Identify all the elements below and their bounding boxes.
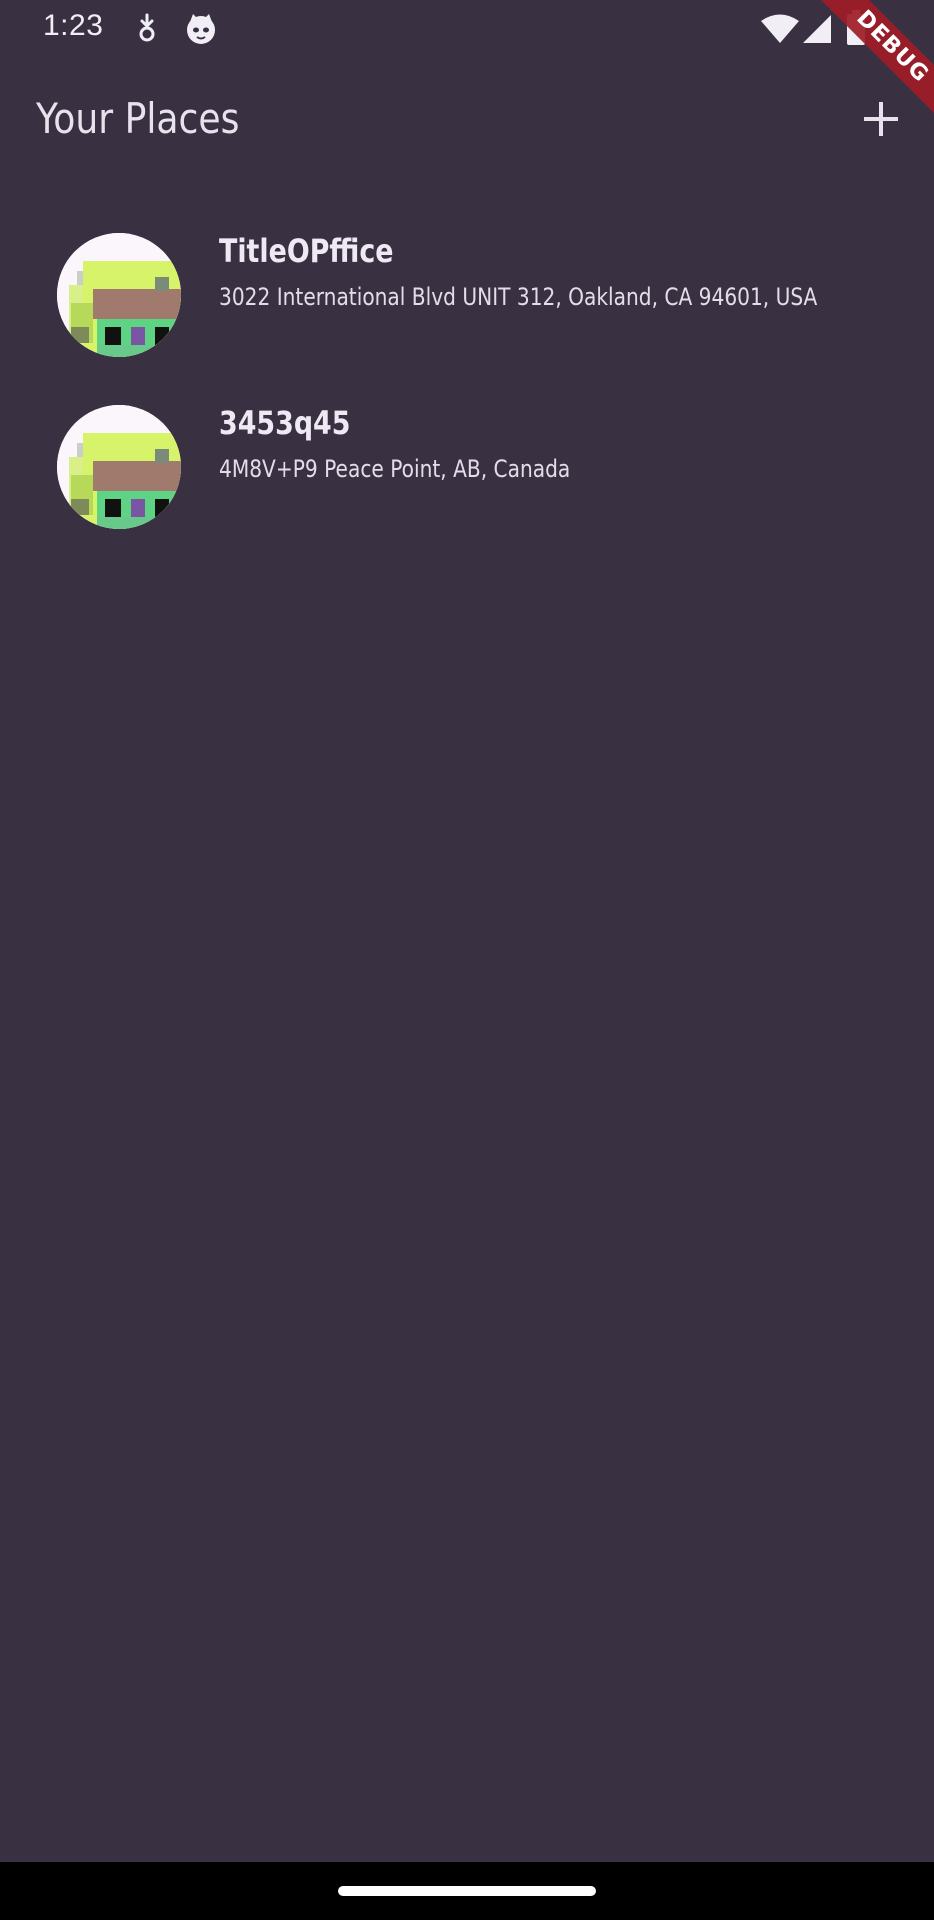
plus-icon bbox=[864, 102, 898, 136]
battery-icon bbox=[846, 10, 866, 50]
place-list-item[interactable]: 3453q45 4M8V+P9 Peace Point, AB, Canada bbox=[0, 392, 934, 529]
place-list-item[interactable]: TitleOPffice 3022 International Blvd UNI… bbox=[0, 220, 934, 392]
app-bar: Your Places bbox=[0, 80, 934, 166]
place-title: TitleOPffice bbox=[219, 232, 394, 270]
place-address: 4M8V+P9 Peace Point, AB, Canada bbox=[219, 455, 571, 483]
system-nav-bar bbox=[0, 1862, 934, 1920]
place-thumbnail bbox=[57, 405, 181, 529]
page-title: Your Places bbox=[36, 94, 240, 143]
wifi-icon bbox=[760, 14, 800, 48]
download-notification-icon bbox=[134, 13, 160, 47]
pixel-house-thumbnail bbox=[57, 405, 181, 529]
place-title: 3453q45 bbox=[219, 404, 351, 442]
status-bar: 1:23 bbox=[0, 0, 934, 58]
home-indicator[interactable] bbox=[338, 1886, 596, 1896]
place-thumbnail bbox=[57, 233, 181, 357]
pixel-house-thumbnail bbox=[57, 233, 181, 357]
status-time: 1:23 bbox=[43, 9, 104, 42]
cat-face-icon bbox=[184, 12, 218, 50]
add-place-button[interactable] bbox=[856, 94, 906, 144]
place-address: 3022 International Blvd UNIT 312, Oaklan… bbox=[219, 283, 818, 311]
places-list: TitleOPffice 3022 International Blvd UNI… bbox=[0, 220, 934, 529]
cellular-signal-icon bbox=[802, 14, 832, 48]
app-screen: 1:23 DEBUG Your Places TitleOPffice 3022… bbox=[0, 0, 934, 1862]
